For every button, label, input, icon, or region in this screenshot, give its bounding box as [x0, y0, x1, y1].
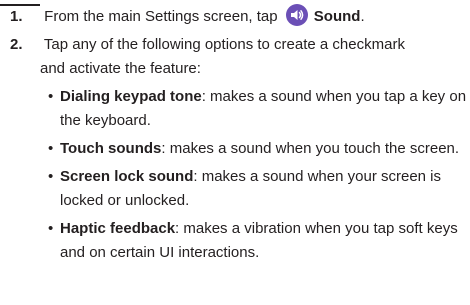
step-text: and activate the feature: — [40, 60, 201, 77]
option-text: Haptic feedback: makes a vibration when … — [60, 218, 458, 240]
bullet-marker: • — [48, 88, 54, 105]
step-number: 2. — [10, 36, 23, 53]
option-text: Touch sounds: makes a sound when you tou… — [60, 138, 459, 160]
step-punct: . — [360, 8, 365, 25]
option-name: Dialing keypad tone — [60, 88, 202, 105]
step-text: Tap any of the following options to crea… — [43, 36, 405, 53]
option-text: Screen lock sound: makes a sound when yo… — [60, 166, 441, 188]
step-1: 1. From the main Settings screen, tap So… — [10, 4, 365, 28]
bullet-marker: • — [48, 168, 54, 185]
option-continuation: locked or unlocked. — [60, 190, 189, 212]
option-desc: : makes a vibration when you tap soft ke… — [175, 220, 458, 237]
option-name: Haptic feedback — [60, 220, 176, 237]
option-continuation: and on certain UI interactions. — [60, 242, 259, 264]
option-name: Touch sounds — [60, 140, 162, 157]
step-2-continuation: and activate the feature: — [40, 58, 201, 80]
option-desc: and on certain UI interactions. — [60, 244, 260, 261]
option-name: Screen lock sound — [60, 168, 194, 185]
option-desc: : makes a sound when your screen is — [193, 168, 441, 185]
option-desc: : makes a sound when you tap a key on — [201, 88, 467, 105]
sound-label: Sound — [313, 8, 361, 25]
option-desc: : makes a sound when you touch the scree… — [161, 140, 460, 157]
step-2: 2. Tap any of the following options to c… — [10, 34, 405, 56]
option-desc: locked or unlocked. — [60, 192, 190, 209]
bullet-marker: • — [48, 220, 54, 237]
sound-icon — [285, 4, 308, 26]
instruction-page: 1. From the main Settings screen, tap So… — [0, 0, 470, 305]
step-number: 1. — [10, 8, 23, 25]
option-text: Dialing keypad tone: makes a sound when … — [60, 86, 466, 108]
option-continuation: the keyboard. — [60, 110, 151, 132]
step-text: From the main Settings screen, tap — [44, 8, 278, 25]
bullet-marker: • — [48, 140, 54, 157]
option-desc: the keyboard. — [60, 112, 151, 129]
